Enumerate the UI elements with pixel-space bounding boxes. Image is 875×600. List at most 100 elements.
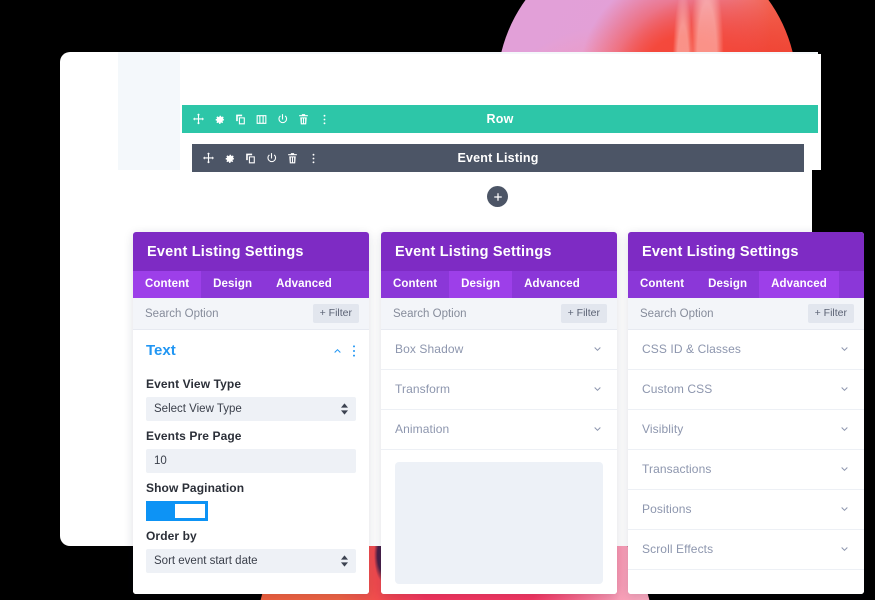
input-value: 10	[154, 455, 167, 467]
panel-title: Event Listing Settings	[133, 232, 369, 271]
panel-title: Event Listing Settings	[381, 232, 617, 271]
tab-advanced[interactable]: Advanced	[264, 271, 344, 298]
trash-icon[interactable]	[297, 113, 310, 126]
accordion-label: Visiblity	[642, 422, 684, 436]
accordion-label: Transactions	[642, 462, 712, 476]
panel-tabs: Content Design Advanced	[628, 271, 864, 298]
section-title: Text	[146, 342, 176, 359]
more-options-icon[interactable]	[307, 152, 320, 165]
field-event-view-type: Event View Type Select View Type	[133, 377, 369, 421]
toggle-knob	[175, 504, 205, 518]
settings-panel-design: Event Listing Settings Content Design Ad…	[381, 232, 617, 594]
module-toolbar[interactable]: Event Listing	[192, 144, 804, 172]
more-options-icon[interactable]	[318, 113, 331, 126]
chevron-down-icon[interactable]	[839, 464, 850, 475]
accordion-box-shadow[interactable]: Box Shadow	[381, 330, 617, 370]
section-tools	[332, 344, 356, 358]
gear-icon[interactable]	[223, 152, 236, 165]
panel-footer: Event Listing by WPEM Team	[381, 584, 617, 594]
accordion-label: Animation	[395, 422, 450, 436]
accordion-positions[interactable]: Positions	[628, 490, 864, 530]
chevron-down-icon[interactable]	[839, 384, 850, 395]
chevron-down-icon[interactable]	[839, 344, 850, 355]
accordion-label: Scroll Effects	[642, 542, 714, 556]
tab-design[interactable]: Design	[696, 271, 759, 298]
chevron-down-icon[interactable]	[592, 424, 603, 435]
chevron-up-icon[interactable]	[332, 345, 343, 356]
accordion-label: Positions	[642, 502, 692, 516]
trash-icon[interactable]	[286, 152, 299, 165]
gear-icon[interactable]	[213, 113, 226, 126]
tab-content[interactable]: Content	[381, 271, 449, 298]
filter-button[interactable]: + Filter	[312, 304, 359, 323]
chevron-down-icon[interactable]	[592, 384, 603, 395]
chevron-down-icon[interactable]	[592, 344, 603, 355]
events-pre-page-input[interactable]: 10	[146, 449, 356, 473]
search-bar: Search Option + Filter	[381, 298, 617, 330]
panel-tabs: Content Design Advanced	[381, 271, 617, 298]
accordion-animation[interactable]: Animation	[381, 410, 617, 450]
tab-design[interactable]: Design	[201, 271, 264, 298]
panel-body: CSS ID & Classes Custom CSS Visiblity Tr…	[628, 330, 864, 594]
columns-icon[interactable]	[255, 113, 268, 126]
search-input[interactable]: Search Option	[640, 308, 714, 320]
show-pagination-toggle[interactable]	[146, 501, 208, 521]
select-updown-icon	[341, 555, 348, 567]
accordion-label: Transform	[395, 382, 451, 396]
tab-content[interactable]: Content	[628, 271, 696, 298]
panel-body: Text Event View Type Select View Type Ev…	[133, 330, 369, 594]
accordion-transactions[interactable]: Transactions	[628, 450, 864, 490]
field-label: Events Pre Page	[146, 429, 242, 443]
filter-button[interactable]: + Filter	[560, 304, 607, 323]
settings-panel-content: Event Listing Settings Content Design Ad…	[133, 232, 369, 594]
design-preview-box	[395, 462, 603, 584]
module-toolbar-icons	[192, 152, 320, 165]
accordion-visibility[interactable]: Visiblity	[628, 410, 864, 450]
tab-content[interactable]: Content	[133, 271, 202, 298]
field-label: Order by	[146, 529, 197, 543]
field-label: Show Pagination	[146, 481, 245, 495]
more-options-icon[interactable]	[352, 344, 356, 358]
order-by-select[interactable]: Sort event start date	[146, 549, 356, 573]
chevron-down-icon[interactable]	[839, 504, 850, 515]
page-card: Row Event Listing Event Listing Settings…	[60, 52, 864, 594]
move-icon[interactable]	[192, 113, 205, 126]
accordion-custom-css[interactable]: Custom CSS	[628, 370, 864, 410]
add-module-button[interactable]	[487, 186, 508, 207]
field-label: Event View Type	[146, 377, 242, 391]
select-value: Sort event start date	[154, 555, 258, 567]
panel-title: Event Listing Settings	[628, 232, 864, 271]
section-header-text[interactable]: Text	[133, 330, 369, 369]
settings-panel-advanced: Event Listing Settings Content Design Ad…	[628, 232, 864, 594]
plus-icon	[493, 192, 502, 201]
field-events-pre-page: Events Pre Page 10	[133, 429, 369, 473]
panel-tabs: Content Design Advanced	[133, 271, 369, 298]
tab-advanced[interactable]: Advanced	[512, 271, 592, 298]
event-view-type-select[interactable]: Select View Type	[146, 397, 356, 421]
duplicate-icon[interactable]	[234, 113, 247, 126]
row-toolbar-icons	[182, 113, 331, 126]
duplicate-icon[interactable]	[244, 152, 257, 165]
field-show-pagination: Show Pagination	[133, 481, 369, 521]
power-icon[interactable]	[265, 152, 278, 165]
search-bar: Search Option + Filter	[133, 298, 369, 330]
accordion-transform[interactable]: Transform	[381, 370, 617, 410]
accordion-label: Box Shadow	[395, 342, 464, 356]
screenshot-stage: Row Event Listing Event Listing Settings…	[0, 0, 875, 600]
move-icon[interactable]	[202, 152, 215, 165]
filter-button[interactable]: + Filter	[807, 304, 854, 323]
chevron-down-icon[interactable]	[839, 424, 850, 435]
accordion-scroll-effects[interactable]: Scroll Effects	[628, 530, 864, 570]
tab-design[interactable]: Design	[449, 271, 513, 298]
search-input[interactable]: Search Option	[145, 308, 219, 320]
row-toolbar[interactable]: Row	[182, 105, 818, 133]
search-input[interactable]: Search Option	[393, 308, 467, 320]
chevron-down-icon[interactable]	[839, 544, 850, 555]
accordion-css-id-classes[interactable]: CSS ID & Classes	[628, 330, 864, 370]
power-icon[interactable]	[276, 113, 289, 126]
tab-advanced[interactable]: Advanced	[759, 271, 839, 298]
accordion-label: CSS ID & Classes	[642, 342, 741, 356]
accordion-label: Custom CSS	[642, 382, 713, 396]
search-bar: Search Option + Filter	[628, 298, 864, 330]
select-value: Select View Type	[154, 403, 242, 415]
